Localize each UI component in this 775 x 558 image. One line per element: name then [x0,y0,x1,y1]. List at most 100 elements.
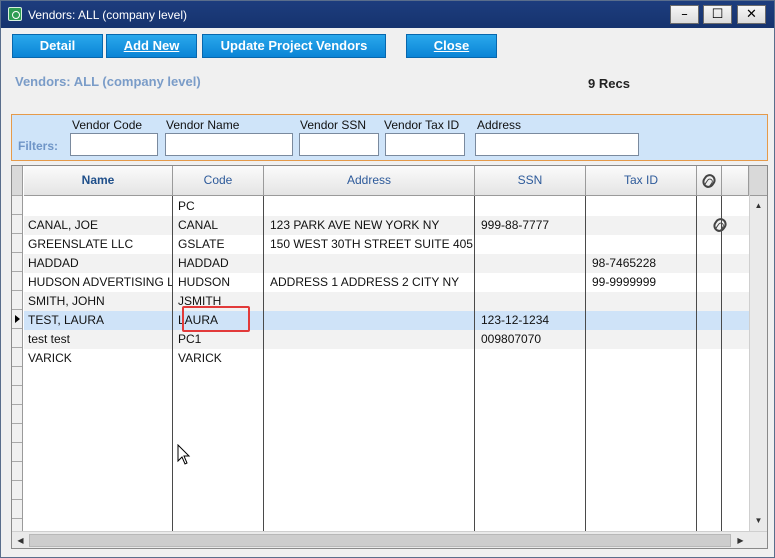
cell-code[interactable]: HUDSON [178,273,264,292]
add-new-button[interactable]: Add New [106,34,197,58]
row-selector-cell[interactable] [12,367,22,386]
cell-name[interactable]: HADDAD [28,254,173,273]
cell-ssn[interactable]: 123-12-1234 [481,311,586,330]
row-selector-cell[interactable] [12,234,22,253]
cell-address[interactable] [270,197,476,216]
cell-address[interactable]: ADDRESS 1 ADDRESS 2 CITY NY [270,273,476,292]
row-selector-cell[interactable] [12,405,22,424]
column-header-spacer [722,166,749,196]
cell-address[interactable] [270,330,476,349]
cell-name[interactable]: SMITH, JOHN [28,292,173,311]
cell-name[interactable]: GREENSLATE LLC [28,235,173,254]
table-row[interactable]: CANAL, JOE CANAL 123 PARK AVE NEW YORK NY 9… [24,215,749,235]
row-selector-cell[interactable] [12,329,22,348]
cell-address[interactable] [270,311,476,330]
cell-address[interactable] [270,292,476,311]
row-selector-cell[interactable] [12,500,22,519]
cell-name[interactable]: TEST, LAURA [28,311,173,330]
vendors-grid[interactable]: Name Code Address SSN Tax ID PC CANAL, JO… [11,165,768,549]
table-row[interactable]: PC [24,197,749,216]
row-selector-cell[interactable] [12,215,22,234]
column-header-name[interactable]: Name [24,166,173,196]
horizontal-scroll-thumb[interactable] [29,534,731,547]
table-row[interactable]: HADDAD HADDAD 98-7465228 [24,254,749,273]
cell-ssn[interactable]: 999-88-7777 [481,216,586,235]
column-header-tax-id[interactable]: Tax ID [586,166,697,196]
cell-code[interactable]: HADDAD [178,254,264,273]
cell-code[interactable]: CANAL [178,216,264,235]
column-header-attachment[interactable] [697,166,722,196]
row-selector-cell[interactable] [12,386,22,405]
cell-tax-id[interactable]: 98-7465228 [592,254,697,273]
row-selector-cell[interactable] [12,310,22,329]
cell-tax-id[interactable] [592,349,697,368]
row-selector-cell[interactable] [12,196,22,215]
table-row[interactable]: HUDSON ADVERTISING L HUDSON ADDRESS 1 ADDR… [24,273,749,292]
cell-ssn[interactable] [481,292,586,311]
cell-address[interactable]: 150 WEST 30TH STREET SUITE 405 [270,235,476,254]
cell-code[interactable]: GSLATE [178,235,264,254]
vendor-name-input[interactable] [165,133,293,156]
row-selector-cell[interactable] [12,462,22,481]
cell-ssn[interactable] [481,235,586,254]
update-project-vendors-button[interactable]: Update Project Vendors [202,34,386,58]
row-selector-cell[interactable] [12,272,22,291]
cell-tax-id[interactable] [592,330,697,349]
cell-address[interactable] [270,349,476,368]
cell-ssn[interactable] [481,254,586,273]
address-input[interactable] [475,133,639,156]
cell-tax-id[interactable] [592,197,697,216]
cell-name[interactable]: CANAL, JOE [28,216,173,235]
scroll-down-arrow-icon[interactable]: ▼ [750,512,767,529]
scroll-up-arrow-icon[interactable]: ▲ [750,197,767,214]
vendor-code-input[interactable] [70,133,158,156]
cell-name[interactable]: HUDSON ADVERTISING L [28,273,173,292]
close-window-button[interactable]: ✕ [737,5,766,24]
cell-ssn[interactable] [481,349,586,368]
mouse-cursor-icon [177,444,191,465]
scroll-left-arrow-icon[interactable]: ◀ [12,532,29,549]
vendor-ssn-input[interactable] [299,133,379,156]
table-row[interactable]: SMITH, JOHN JSMITH [24,292,749,311]
minimize-button[interactable]: – [670,5,699,24]
maximize-button[interactable]: ☐ [703,5,732,24]
column-header-address[interactable]: Address [264,166,475,196]
vertical-scrollbar[interactable]: ▲ ▼ [749,166,767,531]
table-row[interactable]: GREENSLATE LLC GSLATE 150 WEST 30TH STREET… [24,235,749,254]
row-selector-cell[interactable] [12,348,22,367]
cell-ssn[interactable] [481,273,586,292]
close-button[interactable]: Close [406,34,497,58]
paperclip-icon[interactable] [711,215,729,235]
column-header-ssn[interactable]: SSN [475,166,586,196]
cell-address[interactable]: 123 PARK AVE NEW YORK NY [270,216,476,235]
title-bar[interactable]: Vendors: ALL (company level) – ☐ ✕ [1,1,774,28]
table-row[interactable]: VARICK VARICK [24,349,749,368]
cell-code[interactable]: PC [178,197,264,216]
cell-name[interactable]: VARICK [28,349,173,368]
cell-tax-id[interactable] [592,311,697,330]
cell-code[interactable]: VARICK [178,349,264,368]
row-selector-cell[interactable] [12,424,22,443]
cell-code[interactable]: PC1 [178,330,264,349]
vendor-code-label: Vendor Code [72,118,143,132]
row-selector-cell[interactable] [12,443,22,462]
table-row[interactable]: test test PC1 009807070 [24,330,749,349]
cell-tax-id[interactable] [592,216,697,235]
cell-address[interactable] [270,254,476,273]
cell-tax-id[interactable]: 99-9999999 [592,273,697,292]
table-row[interactable]: TEST, LAURA LAURA 123-12-1234 [24,311,749,330]
cell-ssn[interactable]: 009807070 [481,330,586,349]
cell-tax-id[interactable] [592,235,697,254]
vendor-tax-id-input[interactable] [385,133,465,156]
scroll-right-arrow-icon[interactable]: ▶ [732,532,749,549]
row-selector-cell[interactable] [12,291,22,310]
horizontal-scrollbar[interactable]: ◀ ▶ [12,531,767,548]
cell-tax-id[interactable] [592,292,697,311]
row-selector-cell[interactable] [12,481,22,500]
row-selector-cell[interactable] [12,253,22,272]
detail-button[interactable]: Detail [12,34,103,58]
cell-name[interactable] [28,197,173,216]
column-header-code[interactable]: Code [173,166,264,196]
cell-ssn[interactable] [481,197,586,216]
cell-name[interactable]: test test [28,330,173,349]
